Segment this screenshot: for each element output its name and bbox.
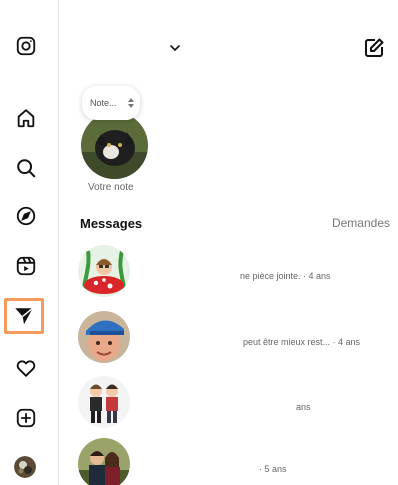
account-switcher[interactable]: [132, 40, 182, 56]
search-icon[interactable]: [13, 155, 39, 181]
conversation-row[interactable]: · 5 ans: [60, 438, 398, 485]
instagram-icon[interactable]: [13, 33, 39, 59]
conversation-preview: peut être mieux rest... · 4 ans: [243, 337, 361, 347]
messages-heading: Messages: [80, 216, 143, 231]
note-placeholder: Note...: [90, 98, 117, 108]
avatar: [78, 438, 130, 485]
requests-link[interactable]: Demandes: [332, 216, 390, 230]
conversation-row[interactable]: ans: [60, 376, 398, 432]
conversation-row[interactable]: peut être mieux rest... · 4 ans: [60, 311, 398, 367]
avatar: [78, 311, 130, 363]
note-stepper[interactable]: [128, 98, 134, 108]
reels-icon[interactable]: [13, 253, 39, 279]
pencil-square-icon[interactable]: [362, 36, 386, 60]
avatar: [78, 245, 130, 297]
direct-icon[interactable]: [4, 298, 44, 334]
profile-avatar[interactable]: [14, 456, 36, 478]
note-caption: Votre note: [88, 182, 134, 193]
conversation-preview: ans: [296, 402, 311, 412]
conversation-preview: · 5 ans: [259, 464, 287, 474]
conversation-row[interactable]: ne pièce jointe. · 4 ans: [60, 245, 398, 301]
sidebar-rail: [0, 0, 59, 485]
avatar: [78, 376, 130, 428]
chevron-down-icon: [128, 104, 134, 108]
create-icon[interactable]: [13, 405, 39, 431]
note-input[interactable]: Note...: [82, 86, 140, 120]
heart-icon[interactable]: [13, 355, 39, 381]
note-avatar[interactable]: [81, 112, 148, 179]
chevron-up-icon: [128, 98, 134, 102]
conversation-preview: ne pièce jointe. · 4 ans: [240, 271, 331, 281]
home-icon[interactable]: [13, 105, 39, 131]
inbox-panel: Note... Votre note Messages Demandes ne …: [60, 0, 398, 485]
chevron-down-icon: [170, 45, 180, 52]
account-name: [132, 40, 162, 56]
explore-icon[interactable]: [13, 203, 39, 229]
